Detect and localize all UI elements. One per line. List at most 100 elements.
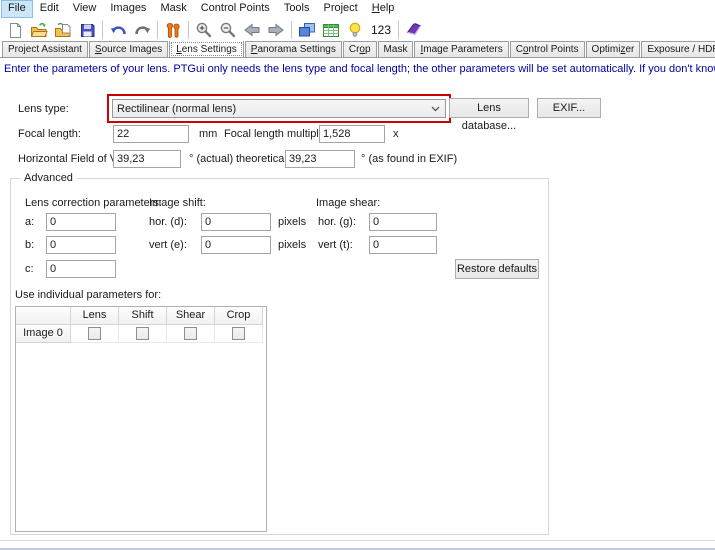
toolbar-separator	[102, 21, 103, 39]
toolbar-separator	[188, 21, 189, 39]
tab-source-images[interactable]: Source Images	[89, 41, 168, 57]
tab-control-points[interactable]: Control Points	[510, 41, 585, 57]
open-project-button[interactable]	[27, 19, 51, 41]
image-shift-header: Image shift:	[149, 197, 206, 210]
open-copy-button[interactable]	[51, 19, 75, 41]
toolbar-separator	[291, 21, 292, 39]
tab-image-parameters[interactable]: Image Parameters	[414, 41, 508, 57]
checkbox-shear[interactable]	[184, 327, 197, 340]
individual-params-label: Use individual parameters for:	[15, 289, 161, 302]
menu-mask[interactable]: Mask	[153, 0, 193, 18]
hfov-suffix: ° (actual)	[189, 153, 233, 166]
focal-length-unit: mm	[199, 128, 217, 141]
image-shear-header: Image shear:	[316, 197, 380, 210]
theoretical-input[interactable]	[285, 150, 355, 168]
lens-database-button[interactable]: Lens database...	[449, 98, 529, 118]
undo-icon	[109, 23, 128, 38]
exif-button[interactable]: EXIF...	[537, 98, 601, 118]
checkbox-crop[interactable]	[232, 327, 245, 340]
tab-optimizer[interactable]: Optimizer	[586, 41, 641, 57]
multiplier-input[interactable]	[319, 125, 385, 143]
multiplier-label: Focal length multiplier:	[224, 128, 334, 141]
next-image-button[interactable]	[264, 19, 288, 41]
tab-crop[interactable]: Crop	[343, 41, 377, 57]
table-grid-icon	[322, 23, 340, 38]
focal-length-input[interactable]	[113, 125, 189, 143]
param-c-label: c:	[25, 263, 34, 276]
lens-correction-header: Lens correction parameters:	[25, 197, 162, 210]
restore-defaults-button[interactable]: Restore defaults	[455, 259, 539, 279]
overlapping-windows-icon	[298, 22, 316, 38]
table-cell-shift	[119, 325, 167, 343]
focal-length-label: Focal length:	[18, 128, 81, 141]
detail-viewer-button[interactable]	[319, 19, 343, 41]
param-b-input[interactable]	[46, 236, 116, 254]
menu-tools[interactable]: Tools	[277, 0, 317, 18]
menu-project[interactable]: Project	[317, 0, 365, 18]
tab-panorama-settings[interactable]: Panorama Settings	[245, 41, 342, 57]
param-c-input[interactable]	[46, 260, 116, 278]
vert-t-label: vert (t):	[318, 239, 353, 252]
book-icon	[405, 22, 423, 38]
table-header-shear[interactable]: Shear	[167, 307, 215, 325]
preview-button[interactable]	[343, 19, 367, 41]
zoom-in-button[interactable]	[192, 19, 216, 41]
undo-button[interactable]	[106, 19, 130, 41]
table-header-lens[interactable]: Lens	[71, 307, 119, 325]
vert-t-input[interactable]	[369, 236, 437, 254]
menu-bar: File Edit View Images Mask Control Point…	[0, 0, 715, 18]
theoretical-label: theoretical:	[236, 153, 290, 166]
previous-arrow-icon	[243, 23, 261, 37]
vert-e-input[interactable]	[201, 236, 271, 254]
hor-g-input[interactable]	[369, 213, 437, 231]
tab-project-assistant[interactable]: Project Assistant	[2, 41, 88, 57]
param-a-input[interactable]	[46, 213, 116, 231]
tools-icon	[165, 22, 181, 39]
tab-lens-settings[interactable]: Lens Settings	[169, 41, 244, 58]
menu-view[interactable]: View	[66, 0, 104, 18]
table-row-header-image-0[interactable]: Image 0	[16, 325, 71, 343]
new-project-button[interactable]	[3, 19, 27, 41]
panorama-editor-button[interactable]	[295, 19, 319, 41]
previous-image-button[interactable]	[240, 19, 264, 41]
save-project-button[interactable]	[75, 19, 99, 41]
hor-d-label: hor. (d):	[149, 216, 187, 229]
menu-help[interactable]: Help	[365, 0, 402, 18]
help-button[interactable]	[402, 19, 426, 41]
zoom-out-icon	[219, 21, 237, 39]
individual-parameters-table: Lens Shift Shear Crop Image 0	[15, 306, 267, 532]
table-header-row: Lens Shift Shear Crop	[16, 307, 266, 325]
menu-file[interactable]: File	[1, 0, 33, 18]
lens-type-dropdown[interactable]: Rectilinear (normal lens)	[112, 99, 446, 118]
ptgui-window: File Edit View Images Mask Control Point…	[0, 0, 715, 550]
table-header-crop[interactable]: Crop	[215, 307, 263, 325]
menu-control-points[interactable]: Control Points	[194, 0, 277, 18]
lens-type-value: Rectilinear (normal lens)	[113, 103, 431, 115]
zoom-in-icon	[195, 21, 213, 39]
tab-exposure-hdr[interactable]: Exposure / HDR	[641, 41, 715, 57]
table-row: Image 0	[16, 325, 266, 343]
numbers-button[interactable]: 123	[367, 23, 395, 37]
redo-button[interactable]	[130, 19, 154, 41]
content-bottom-divider	[0, 540, 715, 541]
checkbox-shift[interactable]	[136, 327, 149, 340]
hor-d-input[interactable]	[201, 213, 271, 231]
next-arrow-icon	[267, 23, 285, 37]
toolbar: 123	[0, 18, 715, 42]
zoom-out-button[interactable]	[216, 19, 240, 41]
checkbox-lens[interactable]	[88, 327, 101, 340]
table-header-shift[interactable]: Shift	[119, 307, 167, 325]
table-cell-crop	[215, 325, 263, 343]
tools-button[interactable]	[161, 19, 185, 41]
param-a-label: a:	[25, 216, 34, 229]
lens-settings-description: Enter the parameters of your lens. PTGui…	[4, 63, 715, 75]
menu-images[interactable]: Images	[103, 0, 153, 18]
redo-icon	[133, 23, 152, 38]
hor-g-label: hor. (g):	[318, 216, 356, 229]
hfov-input[interactable]	[113, 150, 181, 168]
table-header-blank[interactable]	[16, 307, 71, 325]
theoretical-suffix: ° (as found in EXIF)	[361, 153, 457, 166]
open-folder-icon	[30, 22, 49, 39]
tab-mask[interactable]: Mask	[378, 41, 414, 57]
menu-edit[interactable]: Edit	[33, 0, 66, 18]
